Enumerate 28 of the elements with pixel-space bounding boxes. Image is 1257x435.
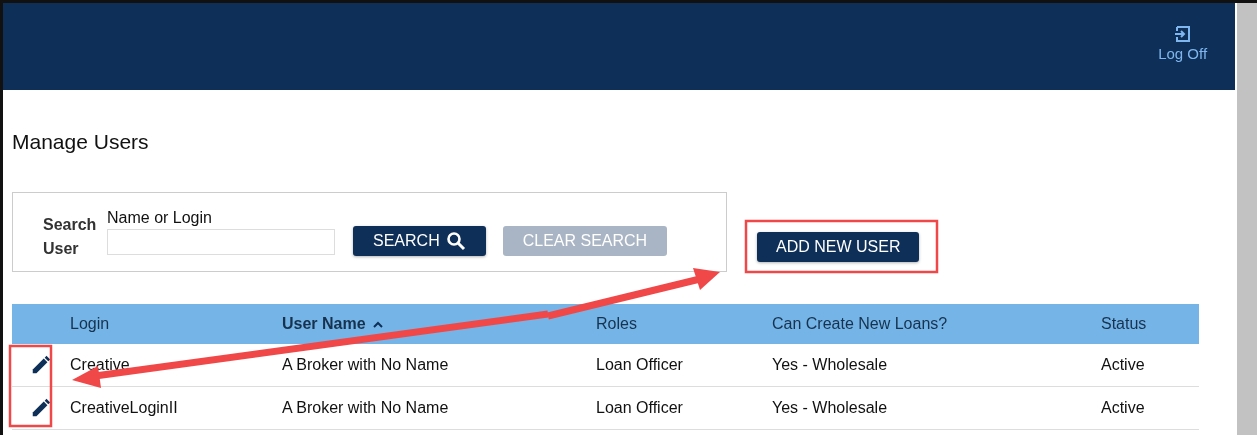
table-cell: Loan Officer <box>596 356 683 373</box>
column-header[interactable]: Roles <box>596 315 637 333</box>
table-cell: A Broker with No Name <box>282 399 449 416</box>
log-off-button[interactable]: Log Off <box>1158 25 1208 62</box>
search-icon <box>445 231 466 251</box>
table-cell: Active <box>1101 356 1145 373</box>
table-cell: CreativeLoginII <box>70 399 178 416</box>
table-cell: Creative <box>70 356 130 373</box>
name-or-login-field[interactable] <box>107 229 335 255</box>
sort-caret-icon <box>371 320 384 328</box>
column-header[interactable]: Status <box>1101 315 1147 333</box>
search-user-label: Search User <box>43 215 98 259</box>
sign-out-icon <box>1173 25 1192 43</box>
column-header[interactable]: User Name <box>282 315 384 333</box>
column-header[interactable]: Can Create New Loans? <box>772 315 948 333</box>
table-cell: Active <box>1101 399 1145 416</box>
table-cell: A Broker with No Name <box>282 356 449 373</box>
search-button[interactable]: SEARCH <box>353 226 486 256</box>
column-header[interactable]: Login <box>70 315 110 333</box>
table-cell: Yes - Wholesale <box>772 356 888 373</box>
table-cell: Loan Officer <box>596 399 683 416</box>
edit-pencil-icon[interactable] <box>30 397 52 419</box>
field-label: Name or Login <box>107 209 213 227</box>
page-title: Manage Users <box>12 130 150 154</box>
add-new-user-button[interactable]: ADD NEW USER <box>757 232 920 262</box>
table-cell: Yes - Wholesale <box>772 399 888 416</box>
scrollbar[interactable] <box>1237 3 1257 435</box>
edit-pencil-icon[interactable] <box>30 354 52 376</box>
